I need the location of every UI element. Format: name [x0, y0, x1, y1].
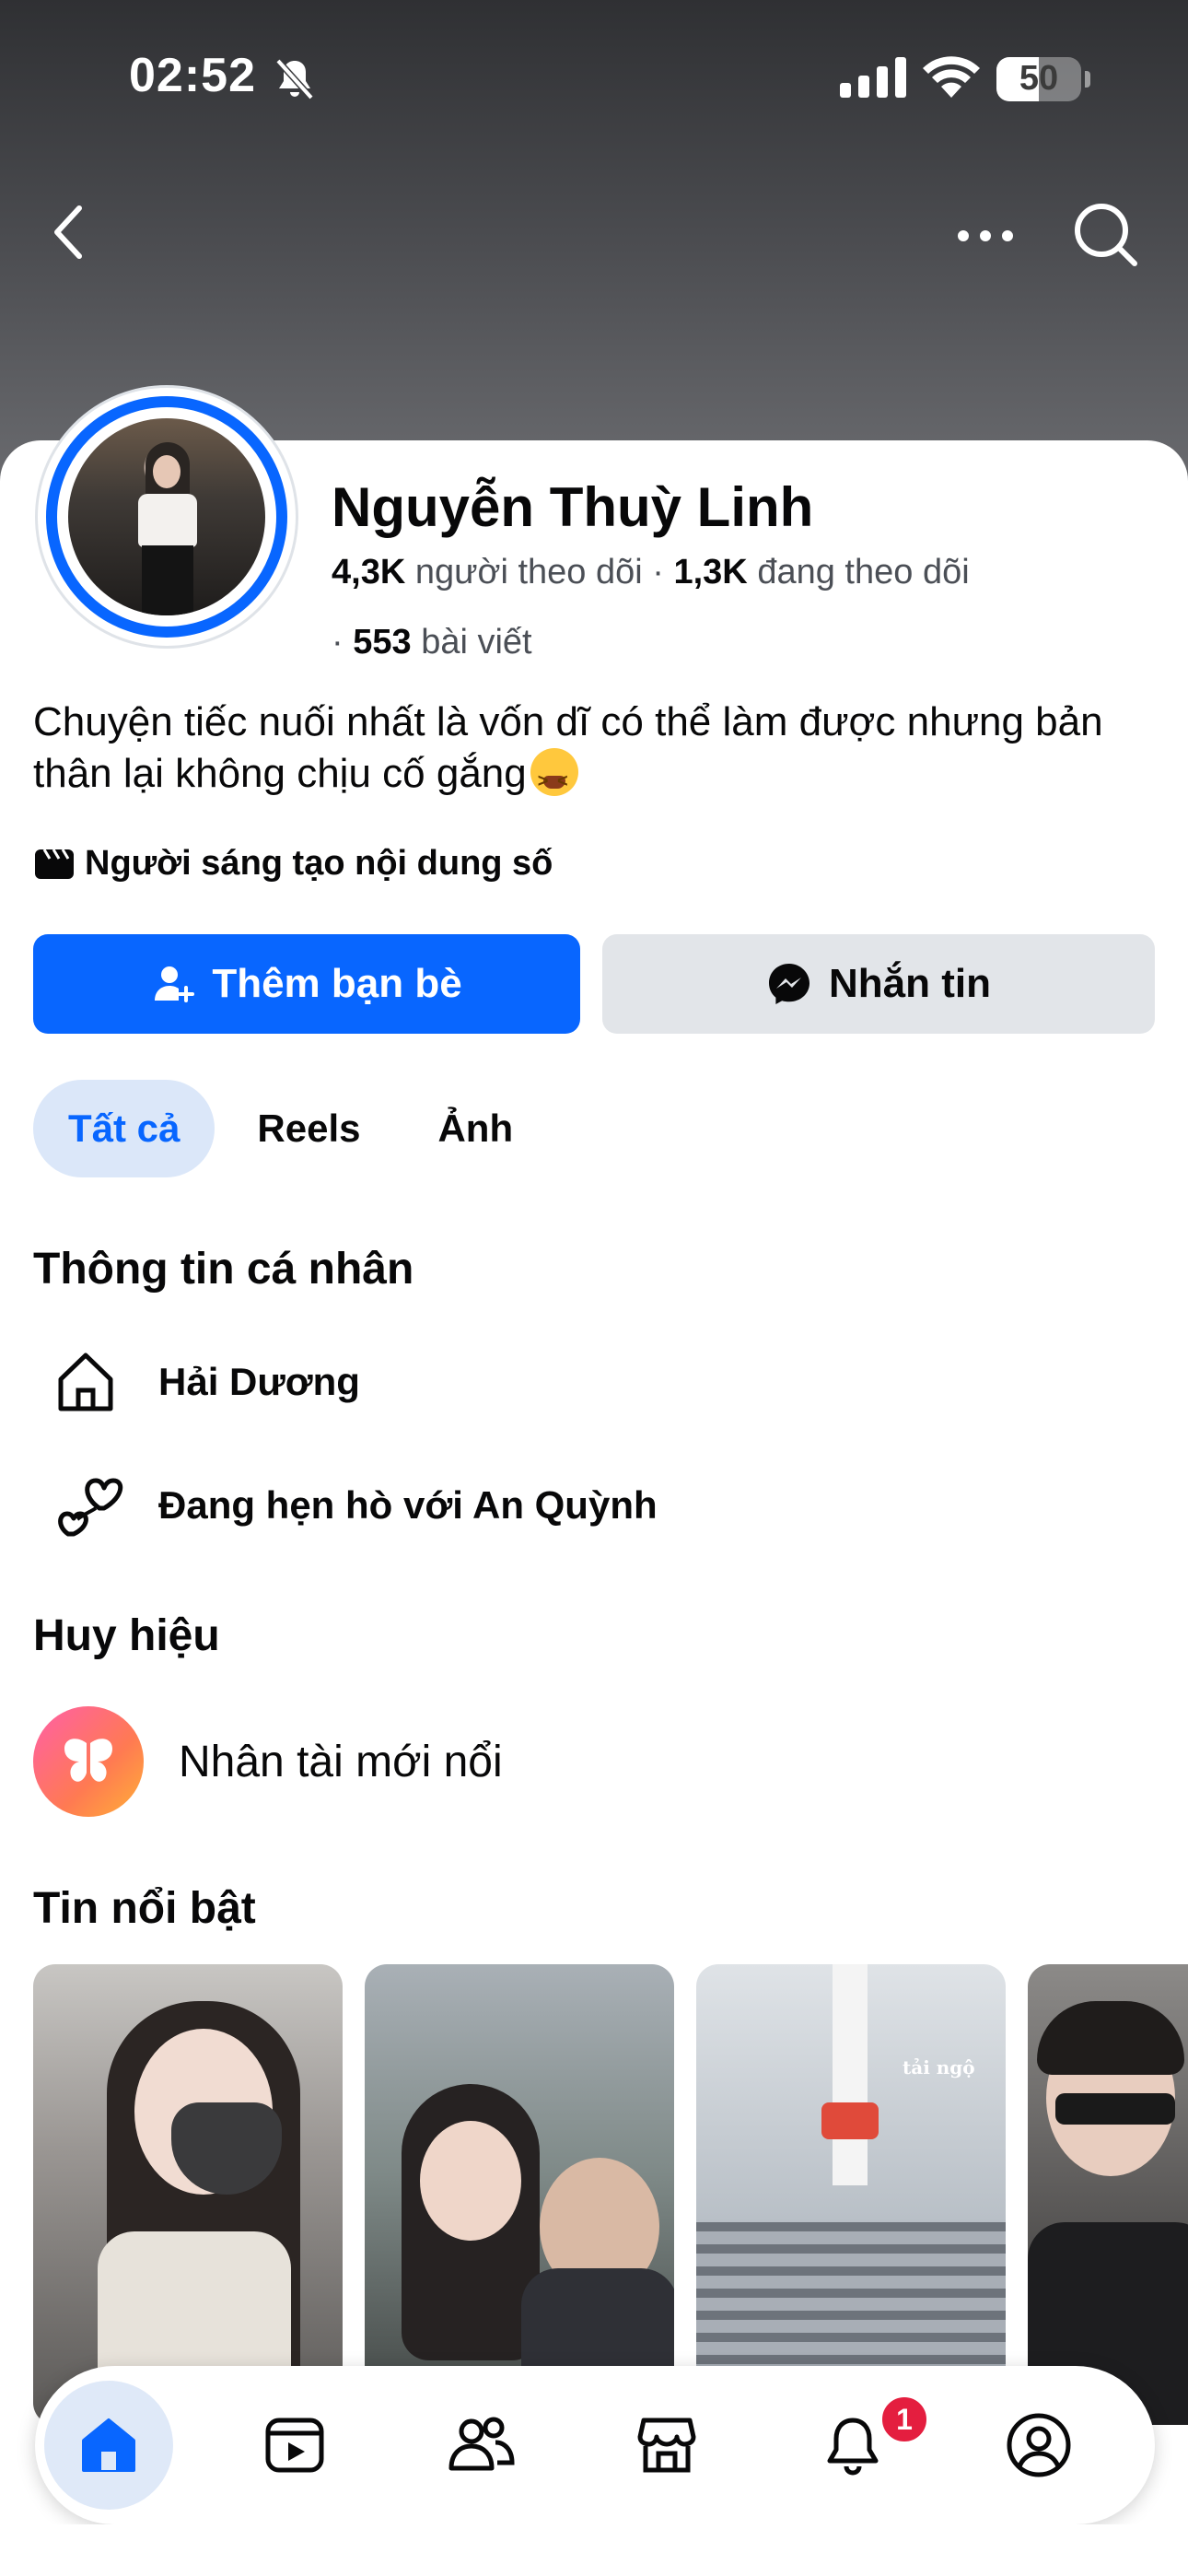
highlight-story[interactable]: [1028, 1964, 1188, 2425]
tab-reels[interactable]: Reels: [222, 1080, 395, 1177]
separator-dot: ·: [652, 553, 674, 591]
badge-rising-talent[interactable]: Nhân tài mới nổi: [33, 1706, 503, 1817]
separator-dot: ·: [332, 623, 354, 662]
message-label: Nhắn tin: [829, 961, 991, 1006]
highlights-carousel[interactable]: tải ngộ: [33, 1964, 1188, 2425]
profile-name: Nguyễn Thuỳ Linh: [332, 476, 814, 538]
tired-face-emoji-icon: [530, 748, 578, 807]
info-relationship-text: Đang hẹn hò với An Quỳnh: [158, 1483, 658, 1527]
nav-profile[interactable]: [974, 2381, 1103, 2510]
highlight-story[interactable]: [365, 1964, 674, 2425]
info-row-hometown[interactable]: Hải Dương: [33, 1336, 360, 1428]
creator-label: Người sáng tạo nội dung số: [85, 844, 553, 883]
badge-label: Nhân tài mới nổi: [179, 1737, 503, 1786]
posts-label: bài viết: [421, 623, 532, 662]
badges-title: Huy hiệu: [33, 1611, 220, 1660]
highlight-story[interactable]: [33, 1964, 343, 2425]
profile-tabs: Tất cả Reels Ảnh: [33, 1080, 555, 1177]
creator-category: Người sáng tạo nội dung số: [33, 844, 553, 884]
message-button[interactable]: Nhắn tin: [602, 934, 1155, 1034]
clapperboard-icon: [35, 848, 74, 879]
home-icon: [58, 1352, 113, 1411]
home-icon: [82, 2418, 135, 2472]
following-label[interactable]: đang theo dõi: [757, 553, 969, 591]
video-icon: [265, 2418, 324, 2473]
battery-tip: [1085, 71, 1090, 88]
hearts-icon: [58, 1478, 123, 1537]
profile-icon: [1007, 2413, 1071, 2477]
tab-photos[interactable]: Ảnh: [402, 1080, 548, 1177]
messenger-icon: [769, 964, 809, 1004]
highlight-story[interactable]: tải ngộ: [696, 1964, 1006, 2425]
tab-all[interactable]: Tất cả: [33, 1080, 215, 1177]
followers-label[interactable]: người theo dõi: [415, 553, 643, 591]
follow-stats: 4,3K người theo dõi · 1,3K đang theo dõi: [332, 553, 970, 592]
info-row-relationship[interactable]: Đang hẹn hò với An Quỳnh: [33, 1459, 658, 1551]
wifi-icon: [923, 56, 980, 98]
add-person-icon: [155, 966, 195, 1002]
back-icon[interactable]: [41, 195, 96, 269]
personal-info-title: Thông tin cá nhân: [33, 1245, 414, 1294]
followers-count[interactable]: 4,3K: [332, 553, 405, 591]
search-icon[interactable]: [1068, 197, 1142, 271]
bio: Chuyện tiếc nuối nhất là vốn dĩ có thể l…: [33, 697, 1157, 807]
bell-off-icon: [275, 58, 314, 100]
add-friend-label: Thêm bạn bè: [212, 961, 462, 1006]
nav-home[interactable]: [44, 2381, 173, 2510]
story-caption: tải ngộ: [903, 2056, 975, 2078]
status-time: 02:52: [129, 49, 256, 102]
nav-video[interactable]: [230, 2381, 359, 2510]
following-count[interactable]: 1,3K: [673, 553, 747, 591]
marketplace-icon: [637, 2418, 696, 2473]
nav-marketplace[interactable]: [602, 2381, 731, 2510]
notifications-icon: [827, 2418, 879, 2476]
posts-count: 553: [353, 623, 412, 662]
highlights-title: Tin nổi bật: [33, 1884, 256, 1933]
info-hometown-text: Hải Dương: [158, 1360, 360, 1403]
battery-icon: 50: [996, 57, 1081, 101]
posts-stats: · 553 bài viết: [332, 623, 532, 662]
more-options-icon[interactable]: [949, 217, 1022, 254]
butterfly-icon: [64, 1739, 112, 1782]
notification-count-badge: 1: [879, 2394, 930, 2445]
bottom-nav: [35, 2366, 1155, 2524]
battery-percent: 50: [1019, 59, 1059, 98]
home-indicator-area: [0, 2524, 1188, 2576]
status-bar: 02:52 50: [0, 0, 1188, 157]
avatar[interactable]: [68, 418, 265, 615]
cellular-signal-icon: [840, 57, 906, 98]
nav-friends[interactable]: [416, 2381, 545, 2510]
add-friend-button[interactable]: Thêm bạn bè: [33, 934, 580, 1034]
friends-icon: [448, 2417, 515, 2471]
